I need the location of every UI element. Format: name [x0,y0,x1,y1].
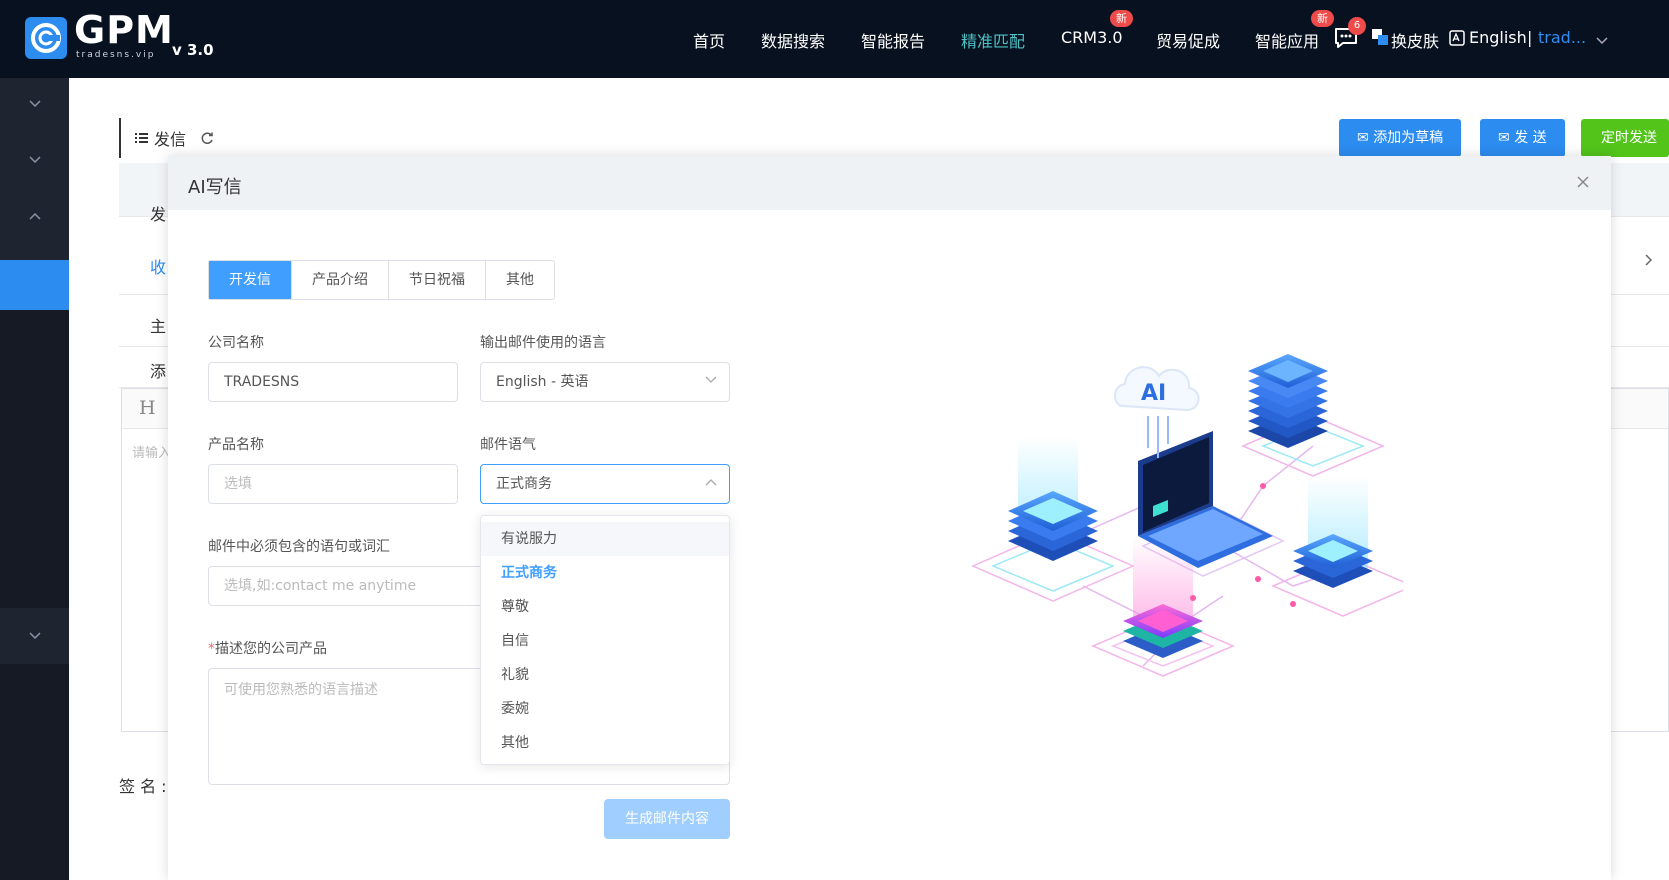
ai-badge-text: AI [1141,381,1166,406]
user-name[interactable]: trad... [1538,28,1586,47]
product-name-input[interactable] [208,464,458,504]
send-button[interactable]: ✉ 发 送 [1480,119,1565,157]
scheduled-send-button[interactable]: 定时发送 [1581,119,1669,157]
tone-value: 正式商务 [496,476,552,492]
change-skin[interactable]: 换皮肤 [1391,28,1439,52]
recipient-label: 收 [150,258,167,277]
separator: | [1527,28,1533,47]
sidebar-item-4[interactable] [0,610,69,662]
add-draft-label: 添加为草稿 [1373,130,1444,146]
describe-product-label: *描述您的公司产品 [208,638,327,658]
must-include-label: 邮件中必须包含的语句或词汇 [208,539,390,555]
sidebar-item-1[interactable] [0,78,69,130]
chevron-up-icon [28,212,41,220]
close-icon[interactable] [1573,172,1593,192]
ai-write-dialog: AI写信 开发信 产品介绍 节日祝福 其他 公司名称 输出邮件使用的语言 Eng… [168,156,1611,880]
signature-label: 签 名 : [119,777,167,796]
attachment-label: 添 [150,362,167,381]
describe-product-text: 描述您的公司产品 [215,641,327,657]
logo-subtitle: tradesns.vip [76,50,156,60]
page-title-text: 发信 [154,130,187,149]
logo-text: GPM [74,8,174,52]
chevron-down-icon [28,100,41,108]
version-label: v 3.0 [172,41,214,59]
nav-precise-match[interactable]: 精准匹配 [961,28,1025,52]
tone-option-persuasive[interactable]: 有说服力 [481,522,729,556]
skin-icon[interactable] [1371,28,1389,50]
sidebar [0,78,69,880]
company-name-label: 公司名称 [208,335,264,351]
heading-tool[interactable]: H [139,397,156,419]
tone-select[interactable]: 正式商务 [480,464,730,504]
output-language-label: 输出邮件使用的语言 [480,335,606,351]
mail-icon: ✉ [1498,130,1515,146]
chevron-down-icon [705,376,717,383]
top-bar: GPM tradesns.vip v 3.0 首页 数据搜索 智能报告 精准匹配… [0,0,1669,78]
tone-label: 邮件语气 [480,437,536,453]
tone-dropdown: 有说服力 正式商务 尊敬 自信 礼貌 委婉 其他 [480,515,730,765]
gpm-logo-icon[interactable] [25,17,67,59]
chevron-right-icon[interactable] [1645,254,1653,270]
mail-icon: ✉ [1357,130,1374,146]
tab-product-intro[interactable]: 产品介绍 [292,261,389,299]
tone-option-tactful[interactable]: 委婉 [481,692,729,726]
new-badge: 新 [1110,10,1133,27]
send-label: 发 送 [1514,130,1547,146]
editor-placeholder: 请输入 [132,446,172,461]
sidebar-item-3[interactable] [0,190,69,242]
message-count-badge: 6 [1348,17,1366,35]
tab-holiday-greetings[interactable]: 节日祝福 [389,261,486,299]
ai-server-illustration: AI [971,354,1403,677]
add-draft-button[interactable]: ✉ 添加为草稿 [1339,119,1462,157]
output-language-select[interactable]: English - 英语 [480,362,730,402]
tab-other[interactable]: 其他 [486,261,554,299]
nav-smart-apps[interactable]: 智能应用 [1255,28,1319,52]
output-language-value: English - 英语 [496,374,589,390]
sidebar-item-active[interactable] [0,260,69,310]
tone-option-polite[interactable]: 礼貌 [481,658,729,692]
required-mark: * [208,641,215,657]
page-title: 发信 [119,118,214,158]
dialog-header: AI写信 [168,156,1611,210]
tab-development-letter[interactable]: 开发信 [209,261,292,299]
product-name-label: 产品名称 [208,437,264,453]
tone-option-other[interactable]: 其他 [481,726,729,760]
tone-option-confident[interactable]: 自信 [481,624,729,658]
sidebar-item-2[interactable] [0,134,69,186]
tone-option-respectful[interactable]: 尊敬 [481,590,729,624]
letter-type-tabs: 开发信 产品介绍 节日祝福 其他 [208,260,555,300]
chevron-down-icon [28,156,41,164]
chevron-down-icon[interactable] [1596,33,1608,49]
language-selector[interactable]: English [1469,28,1527,47]
nav-home[interactable]: 首页 [693,28,725,52]
language-icon[interactable] [1449,30,1465,50]
nav-crm[interactable]: CRM3.0 [1061,28,1123,47]
nav-smart-report[interactable]: 智能报告 [861,28,925,52]
refresh-icon[interactable] [200,131,214,145]
dialog-title: AI写信 [188,177,242,198]
scheduled-send-label: 定时发送 [1601,130,1657,146]
chevron-up-icon [705,479,717,486]
generate-email-button[interactable]: 生成邮件内容 [604,799,730,839]
list-icon [135,133,148,143]
company-name-input[interactable] [208,362,458,402]
nav-trade-facilitate[interactable]: 贸易促成 [1156,28,1220,52]
tone-option-formal-business[interactable]: 正式商务 [481,556,729,590]
nav-data-search[interactable]: 数据搜索 [761,28,825,52]
new-badge: 新 [1311,10,1334,27]
chevron-down-icon [28,632,41,640]
subject-label: 主 [150,317,167,336]
